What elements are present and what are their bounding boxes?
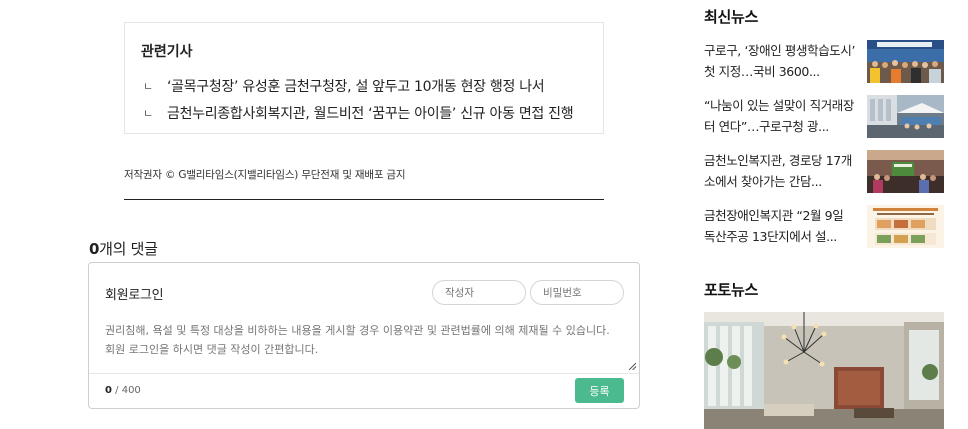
comment-count-heading: 0개의 댓글 [89, 238, 158, 259]
news-title[interactable]: 구로구, ‘장애인 평생학습도시’ 첫 지정…국비 3600... [704, 40, 856, 82]
latest-news-item[interactable]: “나눔이 있는 설맞이 직거래장터 연다”…구로구청 광... [704, 95, 944, 139]
related-articles-box: 관련기사 ㄴ ‘골목구청장’ 유성훈 금천구청장, 설 앞두고 10개동 현장 … [124, 22, 604, 134]
submit-comment-button[interactable]: 등록 [575, 378, 624, 403]
news-title[interactable]: 금천노인복지관, 경로당 17개소에서 찾아가는 간담... [704, 150, 856, 192]
character-count: 0 [105, 385, 112, 396]
comment-form-divider [89, 373, 639, 374]
news-thumbnail[interactable] [867, 95, 944, 138]
news-title[interactable]: 금천장애인복지관 “2월 9일 독산주공 13단지에서 설... [704, 205, 856, 247]
character-max: / 400 [115, 385, 141, 396]
character-counter: 0 / 400 [105, 385, 141, 396]
photo-news-heading: 포토뉴스 [704, 281, 759, 299]
latest-news-item[interactable]: 구로구, ‘장애인 평생학습도시’ 첫 지정…국비 3600... [704, 40, 944, 84]
reply-arrow-icon: ㄴ [143, 106, 153, 120]
news-thumbnail[interactable] [867, 40, 944, 83]
member-login-link[interactable]: 회원로그인 [105, 284, 164, 303]
comment-form: 회원로그인 0 / 400 등록 [88, 262, 640, 409]
comment-count-number: 0 [89, 240, 100, 258]
related-article-link[interactable]: ㄴ 금천누리종합사회복지관, 월드비전 ‘꿈꾸는 아이들’ 신규 아동 면접 진… [141, 99, 587, 126]
news-title[interactable]: “나눔이 있는 설맞이 직거래장터 연다”…구로구청 광... [704, 95, 856, 137]
resize-grip-icon[interactable] [628, 362, 636, 370]
latest-news-item[interactable]: 금천노인복지관, 경로당 17개소에서 찾아가는 간담... [704, 150, 944, 194]
comment-textarea[interactable] [89, 315, 639, 373]
related-article-title[interactable]: 금천누리종합사회복지관, 월드비전 ‘꿈꾸는 아이들’ 신규 아동 면접 진행 [167, 103, 574, 123]
copyright-notice: 저작권자 © G밸리타임스(지밸리타임스) 무단전재 및 재배포 금지 [124, 169, 406, 181]
latest-news-heading: 최신뉴스 [704, 8, 759, 26]
password-input[interactable] [530, 280, 624, 305]
related-article-link[interactable]: ㄴ ‘골목구청장’ 유성훈 금천구청장, 설 앞두고 10개동 현장 행정 나서 [141, 72, 587, 99]
news-thumbnail[interactable] [867, 205, 944, 248]
article-end-divider [124, 199, 604, 200]
latest-news-item[interactable]: 금천장애인복지관 “2월 9일 독산주공 13단지에서 설... [704, 205, 944, 249]
related-articles-title: 관련기사 [141, 44, 193, 60]
related-article-title[interactable]: ‘골목구청장’ 유성훈 금천구청장, 설 앞두고 10개동 현장 행정 나서 [167, 76, 545, 96]
author-name-input[interactable] [432, 280, 526, 305]
news-thumbnail[interactable] [867, 150, 944, 193]
photo-news-image[interactable] [704, 312, 944, 429]
comment-count-suffix: 개의 댓글 [99, 240, 158, 258]
reply-arrow-icon: ㄴ [143, 79, 153, 93]
